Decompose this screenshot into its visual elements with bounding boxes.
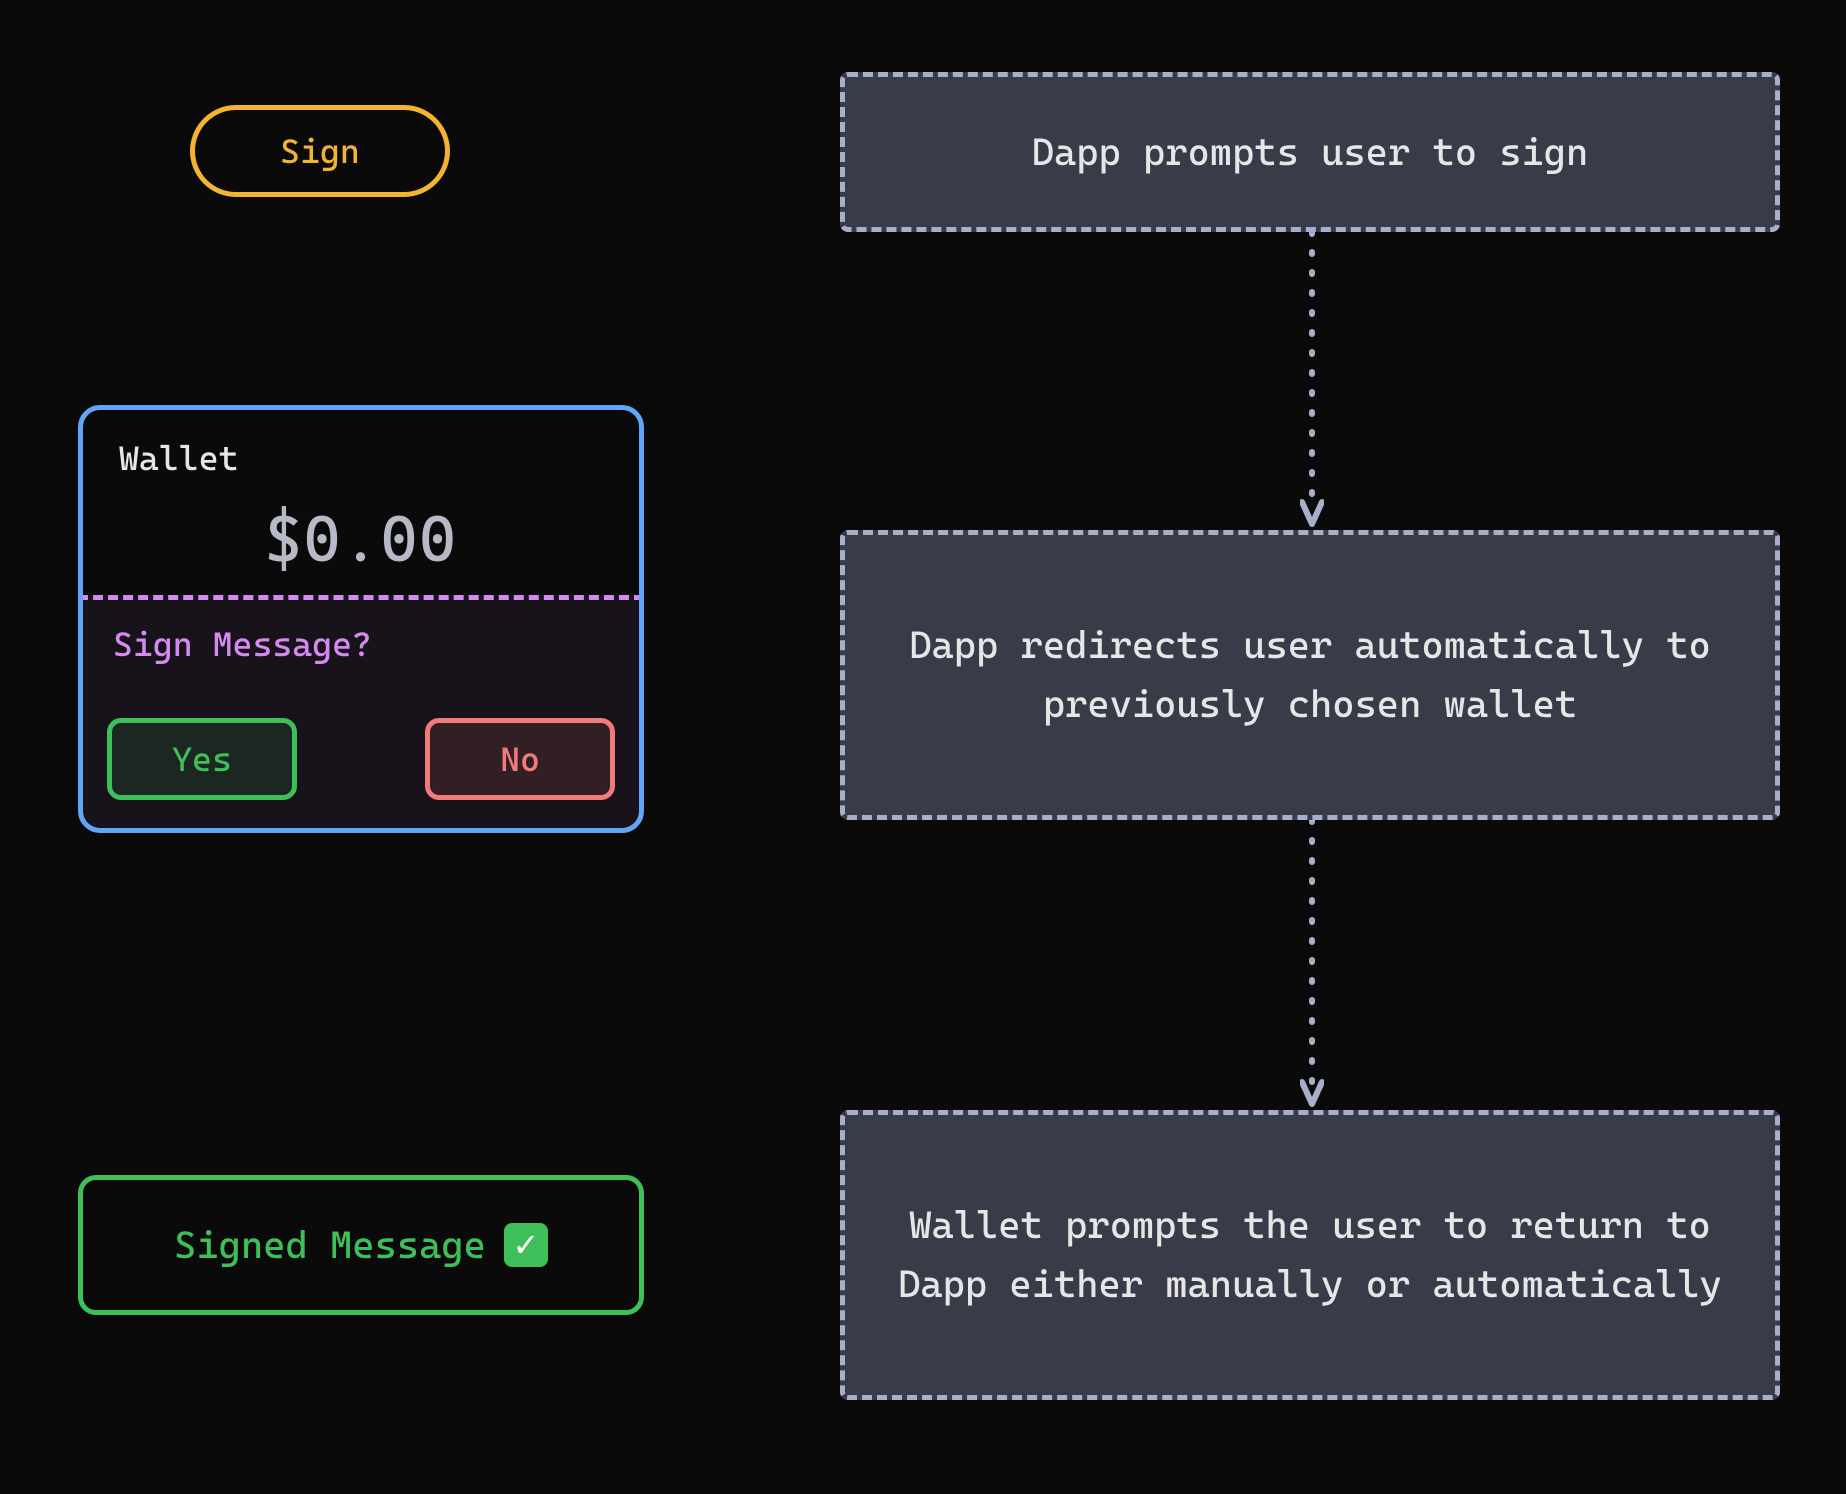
yes-button-label: Yes [172,739,232,779]
wallet-button-row: Yes No [107,718,615,800]
wallet-sign-prompt: Sign Message? Yes No [78,595,644,833]
yes-button[interactable]: Yes [107,718,297,800]
wallet-card: Wallet $0.00 Sign Message? Yes No [78,405,644,833]
flow-step-1-text: Dapp prompts user to sign [1032,123,1589,182]
wallet-sign-prompt-label: Sign Message? [107,624,615,664]
flow-step-2: Dapp redirects user automatically to pre… [840,530,1780,820]
wallet-title: Wallet [119,438,603,478]
flow-arrow-2 [1300,820,1324,1110]
sign-button[interactable]: Sign [190,105,450,197]
flow-step-3: Wallet prompts the user to return to Dap… [840,1110,1780,1400]
flow-arrow-1 [1300,232,1324,530]
flow-step-2-text: Dapp redirects user automatically to pre… [885,616,1735,734]
checkmark-icon: ✓ [504,1223,548,1267]
signed-message-label: Signed Message [174,1223,486,1267]
wallet-card-top: Wallet $0.00 [83,410,639,600]
flow-step-1: Dapp prompts user to sign [840,72,1780,232]
sign-button-label: Sign [280,131,360,171]
wallet-balance: $0.00 [119,502,603,576]
no-button[interactable]: No [425,718,615,800]
flow-step-3-text: Wallet prompts the user to return to Dap… [885,1196,1735,1314]
no-button-label: No [500,739,540,779]
signed-message-box: Signed Message ✓ [78,1175,644,1315]
